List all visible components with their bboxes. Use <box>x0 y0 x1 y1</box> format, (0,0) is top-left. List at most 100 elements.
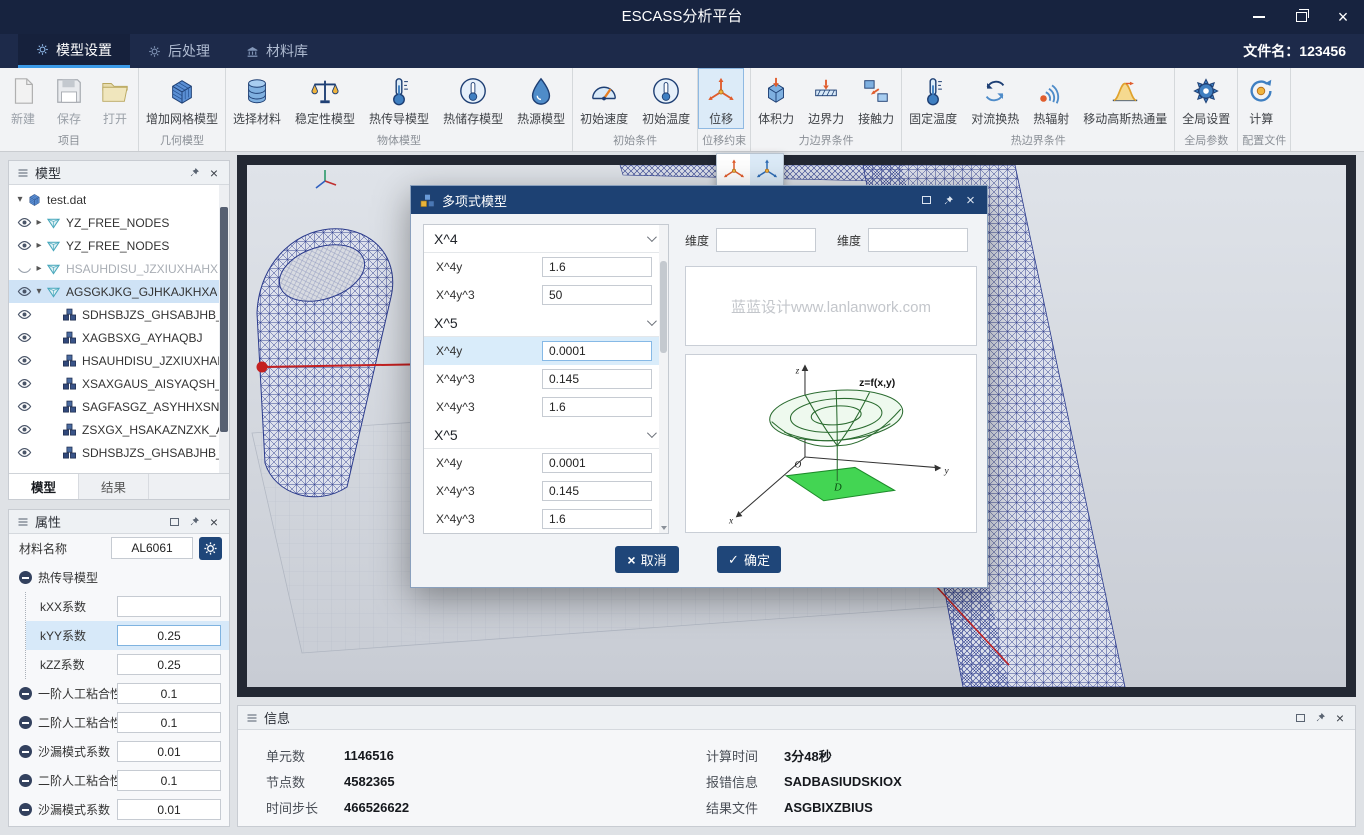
close-dialog-button[interactable]: × <box>963 193 978 208</box>
expander-icon[interactable]: ▸ <box>32 263 46 274</box>
heat-storage-model-button[interactable]: 热储存模型 <box>436 68 510 129</box>
second-order-viscosity-input-2[interactable] <box>117 770 221 791</box>
visibility-eye-icon[interactable] <box>17 330 32 345</box>
tree-item-root[interactable]: ▾ test.dat <box>9 188 229 211</box>
collapse-icon[interactable] <box>19 716 32 729</box>
tree-item[interactable]: XAGBSXG_AYHAQBJ <box>9 326 229 349</box>
coefficient-input[interactable] <box>542 341 652 361</box>
visibility-eye-icon[interactable] <box>17 422 32 437</box>
close-button[interactable]: × <box>1334 8 1352 26</box>
kxx-coefficient-input[interactable] <box>117 596 221 617</box>
convection-button[interactable]: 对流换热 <box>964 68 1026 129</box>
kyy-coefficient-input[interactable] <box>117 625 221 646</box>
tree-item-hidden[interactable]: ▸ HSAUHDISU_JZXIUXHAHX <box>9 257 229 280</box>
hourglass-mode-input[interactable] <box>117 741 221 762</box>
term-section-header[interactable]: X^5 <box>424 309 668 337</box>
tree-item[interactable]: ZSXGX_HSAKAZNZXK_AHASX <box>9 418 229 441</box>
select-material-button[interactable]: 选择材料 <box>226 68 288 129</box>
expander-icon[interactable]: ▾ <box>13 194 27 205</box>
global-settings-button[interactable]: 全局设置 <box>1175 68 1237 129</box>
close-panel-button[interactable]: × <box>207 515 221 529</box>
dimension-input-2[interactable] <box>868 228 968 252</box>
tree-item[interactable]: ▸ YZ_FREE_NODES <box>9 211 229 234</box>
visibility-eye-icon[interactable] <box>17 399 32 414</box>
tree-item[interactable]: HSAUHDISU_JZXIUXHAHX <box>9 349 229 372</box>
scrollbar[interactable] <box>659 225 668 533</box>
restore-dialog-button[interactable] <box>919 193 934 208</box>
kzz-coefficient-input[interactable] <box>117 654 221 675</box>
material-name-input[interactable] <box>111 537 193 559</box>
collapse-icon[interactable] <box>19 803 32 816</box>
scroll-down-arrow-icon[interactable] <box>661 526 667 530</box>
coefficient-input[interactable] <box>542 453 652 473</box>
displacement-button[interactable]: 位移 <box>698 68 744 129</box>
coefficient-input[interactable] <box>542 509 652 529</box>
confirm-button[interactable]: ✓ 确定 <box>717 546 781 573</box>
tab-post-process[interactable]: 后处理 <box>130 34 228 68</box>
new-button[interactable]: 新建 <box>0 68 46 129</box>
tab-material-library[interactable]: 材料库 <box>228 34 326 68</box>
tree-item[interactable]: SDHSBJZS_GHSABJHB_ZAHU <box>9 303 229 326</box>
radiation-button[interactable]: 热辐射 <box>1026 68 1076 129</box>
pin-button[interactable] <box>187 515 201 529</box>
scrollbar-thumb[interactable] <box>220 207 228 432</box>
coefficient-input[interactable] <box>542 257 652 277</box>
add-mesh-model-button[interactable]: 增加网格模型 <box>139 68 225 129</box>
visibility-eye-icon[interactable] <box>17 238 32 253</box>
pin-button[interactable] <box>941 193 956 208</box>
dialog-title-bar[interactable]: 多项式模型 × <box>411 186 987 214</box>
term-section-header[interactable]: X^5 <box>424 421 668 449</box>
pin-button[interactable] <box>1313 711 1327 725</box>
restore-panel-button[interactable] <box>1293 711 1307 725</box>
stability-model-button[interactable]: 稳定性模型 <box>288 68 362 129</box>
displacement-option-2[interactable] <box>750 154 783 186</box>
contact-force-button[interactable]: 接触力 <box>851 68 901 129</box>
tree-item[interactable]: ▸ YZ_FREE_NODES <box>9 234 229 257</box>
scrollbar-thumb[interactable] <box>660 261 667 353</box>
tree-item[interactable]: SDHSBJZS_GHSABJHB_ZAHU <box>9 441 229 464</box>
visibility-eye-icon[interactable] <box>17 445 32 460</box>
collapse-icon[interactable] <box>19 687 32 700</box>
collapse-icon[interactable] <box>19 571 32 584</box>
term-section-header[interactable]: X^4 <box>424 225 668 253</box>
minimize-button[interactable] <box>1250 8 1268 26</box>
initial-temperature-button[interactable]: 初始温度 <box>635 68 697 129</box>
pin-button[interactable] <box>187 166 201 180</box>
dimension-input-1[interactable] <box>716 228 816 252</box>
second-order-viscosity-input[interactable] <box>117 712 221 733</box>
restore-panel-button[interactable] <box>167 515 181 529</box>
coefficient-input[interactable] <box>542 397 652 417</box>
fixed-temperature-button[interactable]: 固定温度 <box>902 68 964 129</box>
body-force-button[interactable]: 体积力 <box>751 68 801 129</box>
compute-button[interactable]: 计算 <box>1238 68 1284 129</box>
coefficient-input[interactable] <box>542 481 652 501</box>
displacement-option-1[interactable] <box>717 154 750 186</box>
tree-item[interactable]: SAGFASGZ_ASYHHXSN <box>9 395 229 418</box>
restore-button[interactable] <box>1292 8 1310 26</box>
expander-icon[interactable]: ▾ <box>32 286 46 297</box>
tab-model[interactable]: 模型 <box>9 474 79 499</box>
tab-model-setup[interactable]: 模型设置 <box>18 34 130 68</box>
collapse-icon[interactable] <box>19 774 32 787</box>
close-panel-button[interactable]: × <box>1333 711 1347 725</box>
visibility-eye-icon[interactable] <box>17 353 32 368</box>
initial-velocity-button[interactable]: 初始速度 <box>573 68 635 129</box>
first-order-viscosity-input[interactable] <box>117 683 221 704</box>
save-button[interactable]: 保存 <box>46 68 92 129</box>
tree-item-selected[interactable]: ▾ AGSGKJKG_GJHKAJKHXA <box>9 280 229 303</box>
material-settings-button[interactable] <box>199 537 222 560</box>
coefficient-input[interactable] <box>542 285 652 305</box>
cancel-button[interactable]: × 取消 <box>615 546 679 573</box>
collapse-icon[interactable] <box>19 745 32 758</box>
boundary-force-button[interactable]: 边界力 <box>801 68 851 129</box>
expander-icon[interactable]: ▸ <box>32 217 46 228</box>
tree-item[interactable]: XSAXGAUS_AISYAQSH_ASHX <box>9 372 229 395</box>
visibility-eye-icon[interactable] <box>17 284 32 299</box>
coefficient-input[interactable] <box>542 369 652 389</box>
visibility-eye-icon[interactable] <box>17 376 32 391</box>
visibility-eye-off-icon[interactable] <box>17 261 32 276</box>
expander-icon[interactable]: ▸ <box>32 240 46 251</box>
hourglass-mode-input-2[interactable] <box>117 799 221 820</box>
open-button[interactable]: 打开 <box>92 68 138 129</box>
moving-gauss-heat-flux-button[interactable]: 移动高斯热通量 <box>1076 68 1174 129</box>
